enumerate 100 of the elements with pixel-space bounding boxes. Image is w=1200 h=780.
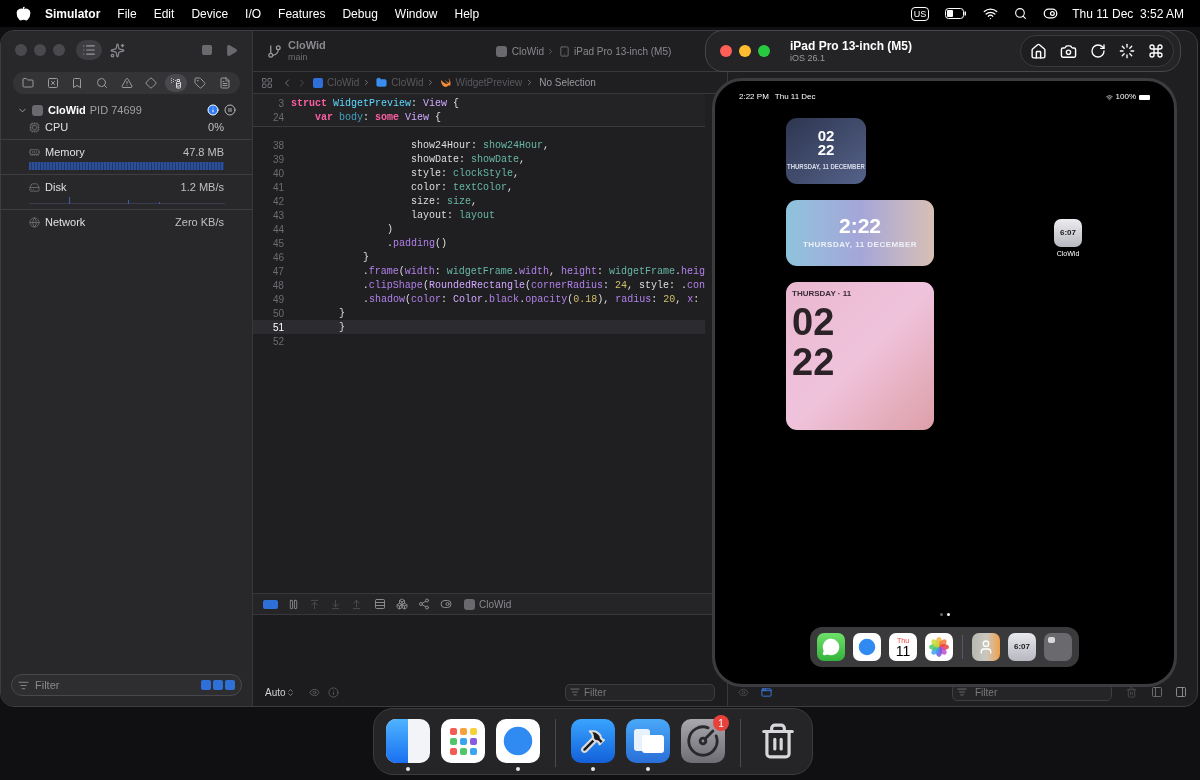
search-icon[interactable] [1014,7,1028,20]
project-name: CloWid [288,39,326,52]
gauge-value: 1.2 MB/s [180,179,224,195]
line-number: 49 [271,292,284,307]
menu-item[interactable]: Help [454,4,480,23]
clock-widget[interactable]: 02 22 THURSDAY, 11 DECEMBER [786,118,866,184]
line-number: 43 [271,208,284,223]
tag-icon [194,77,207,89]
app-icon [464,598,475,610]
line-number: 50 [271,306,284,321]
console-filter-field[interactable]: Filter [565,683,715,701]
gauge-name[interactable]: Memory [45,143,85,161]
clock-app-icon[interactable]: 6:07 [1054,219,1082,247]
device-name: iPad Pro 13-inch (M5) [790,38,913,53]
rotate-icon[interactable] [1090,43,1106,59]
wifi-icon[interactable] [983,6,999,21]
view-hierarchy-icon[interactable] [374,598,386,610]
window-icon[interactable] [761,686,772,698]
menu-item[interactable]: Edit [153,4,175,23]
pause-icon[interactable] [288,598,299,610]
panel-left-icon[interactable] [1151,686,1163,698]
os-version: iOS 26.1 [790,52,827,64]
environment-icon[interactable] [440,598,452,610]
diamond-icon [145,77,158,89]
command-key-icon[interactable] [1148,43,1164,59]
code-line: layout: layout [410,208,496,223]
line-number: 48 [271,278,284,293]
app-folder-icon[interactable] [1044,633,1072,661]
memory-icon [29,146,40,158]
apple-icon[interactable] [16,6,31,21]
minimize-button[interactable] [739,45,751,57]
contact-card-icon[interactable] [972,633,1000,661]
menu-item[interactable]: Debug [342,4,378,23]
clock-widget[interactable]: THURSDAY · 11 02 22 [786,282,934,430]
home-icon[interactable] [1030,42,1047,60]
sparkle-icon[interactable] [110,42,125,58]
widget-minute: 22 [817,143,835,157]
breakpoints-toggle[interactable] [263,599,278,609]
menu-item[interactable]: Device [191,4,229,23]
split-tile-icon[interactable] [386,719,430,763]
gauge-name[interactable]: Disk [45,178,67,196]
grid-icon[interactable] [261,76,273,89]
gauge-name[interactable]: CPU [45,118,69,136]
status-date: Thu 11 Dec [774,91,816,103]
menu-item[interactable]: Features [278,4,326,23]
debug-target[interactable]: CloWid [479,596,512,612]
battery-icon[interactable] [945,8,968,19]
hammer-icon[interactable] [571,719,615,763]
gauge-name[interactable]: Network [45,213,86,231]
memory-graph-icon[interactable] [396,598,408,610]
widget-date: THURSDAY, 11 DECEMBER [802,239,918,251]
screenshot-icon[interactable] [1060,42,1077,60]
clock-app-icon[interactable]: 6:07 [1008,633,1036,661]
chat-bubble-icon[interactable] [817,633,845,661]
graph-icon[interactable] [418,598,430,610]
input-source-indicator[interactable]: US [910,6,930,21]
folder-icon [376,77,388,88]
code-line: } [338,320,345,335]
jump-bar-item[interactable]: No Selection [539,75,596,90]
menu-item[interactable]: File [117,4,137,23]
compass-icon[interactable] [496,719,540,763]
code-line: size: size, [410,194,478,209]
code-line: style: clockStyle, [410,166,520,181]
line-number: 39 [271,152,284,167]
menu-item[interactable]: I/O [245,4,262,23]
panel-right-icon[interactable] [1175,686,1187,698]
stop-icon[interactable] [201,44,213,56]
filter-field[interactable]: Filter [11,674,242,696]
menu-item[interactable]: Window [394,4,438,23]
document-icon [219,77,231,89]
line-number: 38 [271,138,284,153]
zoom-button[interactable] [758,45,770,57]
app-icon [32,104,43,116]
code-line: ) [386,222,394,237]
devices-icon[interactable] [626,719,670,763]
widget-time: 2:22 [839,215,881,237]
battery-icon [1139,94,1150,100]
gauge-value: 0% [208,119,224,135]
destination-selector[interactable]: iPad Pro 13-inch (M5) [574,43,672,59]
status-time: 2:22 PM [739,91,769,103]
line-number: 41 [271,180,284,195]
sidebar-toggle[interactable] [76,40,102,60]
scheme-selector[interactable]: CloWid [511,43,544,59]
run-icon[interactable] [225,43,238,57]
close-button[interactable] [720,45,732,57]
flower-icon[interactable] [925,633,953,661]
menu-app-name[interactable]: Simulator [45,4,101,23]
burst-icon[interactable] [1119,43,1135,59]
navigator-tab[interactable] [164,74,187,92]
widget-date: THURSDAY, 11 DECEMBER [787,161,865,173]
search-icon [95,77,108,89]
control-center-icon[interactable] [1043,6,1059,21]
menu-bar-clock[interactable]: Thu 11 Dec 3:52 AM [1072,4,1184,23]
output-mode-selector[interactable]: Auto [265,684,286,700]
pause-icon[interactable] [224,104,236,116]
app-grid-icon[interactable] [441,719,485,763]
process-name[interactable]: CloWid [48,101,86,119]
drive-icon [29,181,40,193]
compass-icon[interactable] [853,633,881,661]
folder-icon [22,77,34,89]
